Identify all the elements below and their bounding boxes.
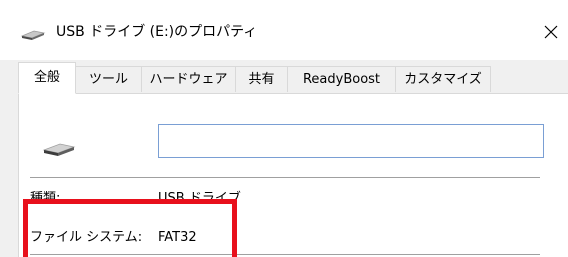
usb-drive-icon (42, 143, 76, 156)
title-bar: USB ドライブ (E:)のプロパティ (0, 0, 568, 60)
usb-drive-icon (20, 30, 46, 40)
tab-readyboost[interactable]: ReadyBoost (287, 66, 396, 92)
tab-general[interactable]: 全般 (18, 62, 76, 94)
filesystem-value: FAT32 (158, 230, 197, 245)
separator (30, 254, 540, 255)
type-value: USB ドライブ (158, 191, 241, 206)
type-label: 種類: (30, 191, 61, 206)
close-button[interactable] (536, 18, 566, 46)
volume-name-input[interactable] (158, 124, 544, 158)
tab-customize[interactable]: カスタマイズ (395, 66, 491, 92)
tab-tools[interactable]: ツール (75, 66, 142, 92)
separator (30, 177, 540, 178)
tab-hardware[interactable]: ハードウェア (141, 66, 236, 92)
properties-dialog: USB ドライブ (E:)のプロパティ 全般 ツール ハードウェア 共有 Rea… (0, 0, 568, 257)
filesystem-label: ファイル システム: (30, 230, 143, 245)
window-title: USB ドライブ (E:)のプロパティ (56, 24, 258, 40)
tab-sharing[interactable]: 共有 (235, 66, 288, 92)
close-icon (544, 25, 558, 39)
